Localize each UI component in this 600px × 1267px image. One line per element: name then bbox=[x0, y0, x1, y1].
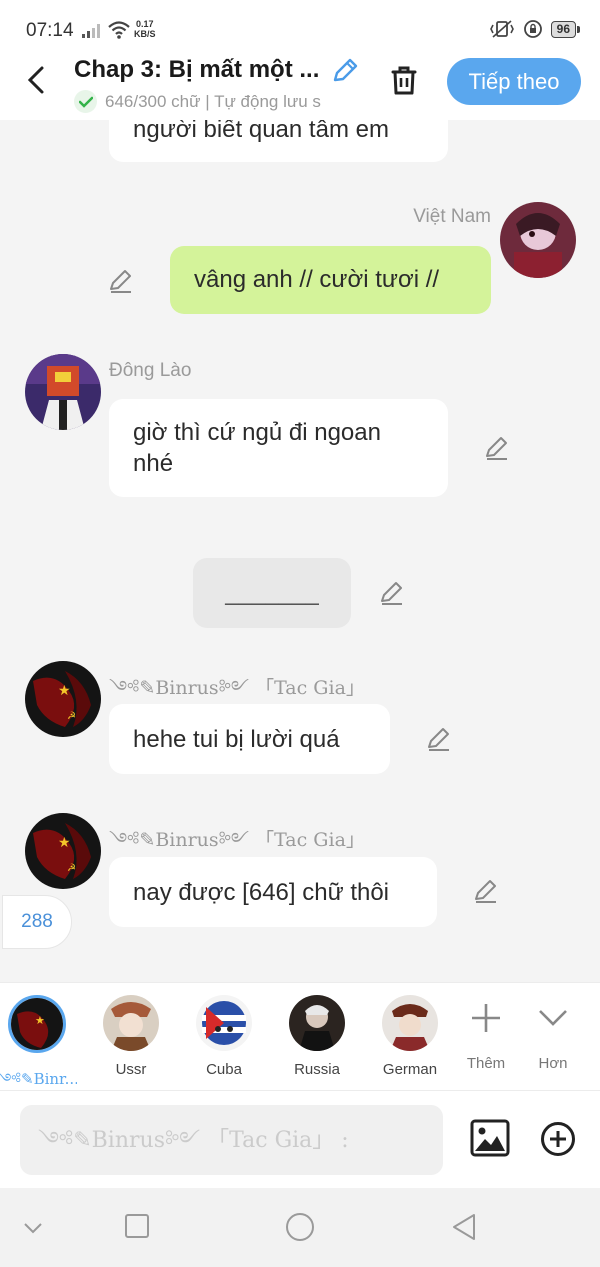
editor-header: Chap 3: Bị mất một ... 646/300 chữ | Tự … bbox=[0, 56, 600, 120]
speed-unit: KB/S bbox=[134, 29, 156, 39]
plus-icon bbox=[472, 1004, 500, 1032]
rotation-lock-icon bbox=[523, 20, 542, 38]
divider-message[interactable]: _______ bbox=[193, 558, 351, 628]
character-name: Russia bbox=[294, 1061, 340, 1078]
back-arrow-icon[interactable] bbox=[22, 64, 52, 96]
svg-text:★: ★ bbox=[58, 683, 71, 699]
edit-message-icon[interactable] bbox=[108, 268, 134, 294]
character-avatar bbox=[382, 995, 438, 1051]
nav-recents-icon[interactable] bbox=[124, 1212, 150, 1242]
check-icon bbox=[74, 90, 97, 113]
message-bubble[interactable]: nay được [646] chữ thôi bbox=[109, 857, 437, 927]
character-avatar bbox=[103, 995, 159, 1051]
svg-text:☭: ☭ bbox=[67, 863, 76, 874]
add-label: Thêm bbox=[466, 1055, 506, 1072]
character-ussr[interactable]: Ussr bbox=[91, 995, 171, 1078]
svg-text:★: ★ bbox=[35, 1014, 45, 1027]
character-strip: ★ ༺✎Binr... Ussr Cuba Russia German Thêm… bbox=[0, 982, 600, 1090]
character-avatar bbox=[196, 995, 252, 1051]
message-text: hehe tui bị lười quá bbox=[133, 726, 340, 753]
avatar[interactable]: ★ ☭ bbox=[25, 813, 101, 889]
status-bar: 07:14 0.17 KB/S 96 bbox=[0, 0, 600, 56]
character-cuba[interactable]: Cuba bbox=[184, 995, 264, 1078]
message-text: giờ thì cứ ngủ đi ngoan nhé bbox=[133, 419, 381, 477]
nav-home-icon[interactable] bbox=[284, 1212, 316, 1244]
avatar[interactable]: ★ ☭ bbox=[25, 661, 101, 737]
character-name: Ussr bbox=[115, 1061, 147, 1078]
speed-value: 0.17 bbox=[135, 19, 154, 29]
word-count-text: 646/300 chữ | Tự động lưu s bbox=[105, 91, 321, 111]
status-icons: 96 bbox=[489, 19, 581, 39]
message-input[interactable] bbox=[20, 1105, 443, 1175]
divider-text: _______ bbox=[225, 579, 319, 606]
add-character-button[interactable]: Thêm bbox=[456, 1001, 516, 1072]
nav-back-icon[interactable] bbox=[450, 1212, 478, 1244]
character-german[interactable]: German bbox=[370, 995, 450, 1078]
avatar-image: ★ ☭ bbox=[25, 813, 101, 889]
nav-collapse-icon[interactable] bbox=[22, 1212, 44, 1242]
battery-indicator: 96 bbox=[550, 20, 581, 38]
chevron-down-icon bbox=[539, 1010, 567, 1026]
chat-area[interactable]: người biết quan tâm em Việt Nam vâng anh… bbox=[0, 120, 600, 982]
avatar[interactable] bbox=[500, 202, 576, 278]
sender-name: Việt Nam bbox=[413, 206, 491, 227]
message-counter[interactable]: 288 bbox=[2, 895, 72, 949]
message-bubble[interactable]: giờ thì cứ ngủ đi ngoan nhé bbox=[109, 399, 448, 497]
svg-text:★: ★ bbox=[58, 835, 71, 851]
message-bubble[interactable]: vâng anh // cười tươi // bbox=[170, 246, 491, 314]
message-text: vâng anh // cười tươi // bbox=[194, 266, 440, 293]
image-icon[interactable] bbox=[470, 1119, 510, 1157]
word-count-status: 646/300 chữ | Tự động lưu s bbox=[74, 90, 364, 113]
next-button[interactable]: Tiếp theo bbox=[447, 58, 581, 105]
avatar-image: ★ ☭ bbox=[25, 661, 101, 737]
character-avatar bbox=[289, 995, 345, 1051]
character-binrus[interactable]: ★ ༺✎Binr... bbox=[0, 995, 77, 1105]
signal-icon bbox=[82, 24, 100, 38]
wifi-icon bbox=[108, 21, 130, 39]
system-nav-bar bbox=[0, 1188, 600, 1267]
message-text: nay được [646] chữ thôi bbox=[133, 879, 390, 906]
edit-message-icon[interactable] bbox=[484, 435, 510, 461]
sender-name: Đông Lào bbox=[109, 360, 192, 381]
avatar[interactable] bbox=[25, 354, 101, 430]
composer-bar bbox=[0, 1090, 600, 1188]
character-russia[interactable]: Russia bbox=[277, 995, 357, 1078]
character-name: German bbox=[382, 1061, 438, 1078]
message-bubble[interactable]: hehe tui bị lười quá bbox=[109, 704, 390, 774]
character-name: Cuba bbox=[206, 1061, 242, 1078]
message-bubble[interactable]: người biết quan tâm em bbox=[109, 120, 448, 162]
avatar-image bbox=[25, 354, 101, 430]
clock: 07:14 bbox=[26, 20, 74, 41]
character-avatar: ★ bbox=[8, 995, 66, 1053]
edit-title-icon[interactable] bbox=[330, 56, 360, 86]
message-text: người biết quan tâm em bbox=[133, 120, 389, 143]
more-label: Hơn bbox=[538, 1055, 568, 1072]
vibrate-icon bbox=[489, 20, 514, 38]
edit-message-icon[interactable] bbox=[473, 878, 499, 904]
edit-message-icon[interactable] bbox=[426, 726, 452, 752]
add-circle-icon[interactable] bbox=[540, 1121, 576, 1157]
trash-icon[interactable] bbox=[386, 62, 422, 98]
avatar-image bbox=[500, 202, 576, 278]
edit-message-icon[interactable] bbox=[379, 580, 405, 606]
network-speed: 0.17 KB/S bbox=[134, 19, 156, 39]
more-characters-button[interactable]: Hơn bbox=[523, 1001, 583, 1072]
svg-text:☭: ☭ bbox=[67, 711, 76, 722]
chapter-title[interactable]: Chap 3: Bị mất một ... bbox=[74, 56, 332, 84]
